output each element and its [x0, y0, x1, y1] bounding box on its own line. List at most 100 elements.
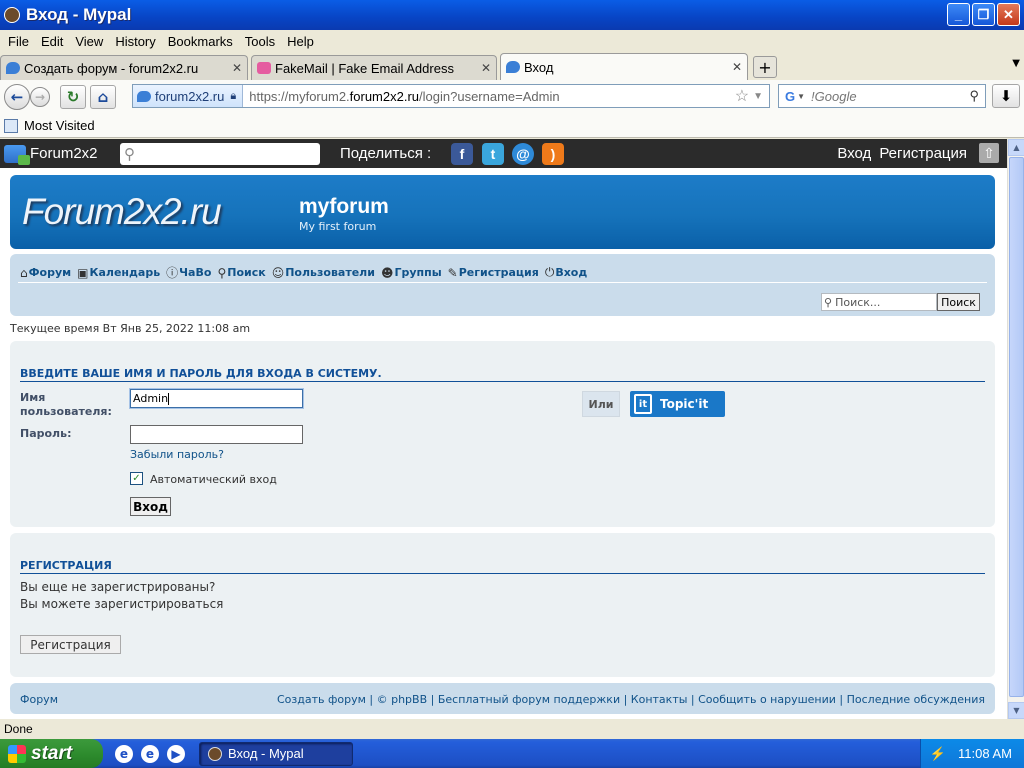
nav-users[interactable]: ☺ Пользователи — [272, 264, 375, 281]
url-suffix: /login?username=Admin — [419, 88, 560, 104]
footer-forum-link[interactable]: Форум — [20, 693, 58, 706]
toolbar-search-input[interactable]: ⚲ — [120, 143, 320, 165]
footer-create-forum-link[interactable]: Создать форум — [277, 693, 366, 706]
forum-search-placeholder: Поиск... — [835, 295, 881, 309]
tab-create-forum[interactable]: Создать форум - forum2x2.ru ✕ — [0, 55, 248, 80]
forum-logo[interactable]: Forum2x2.ru — [22, 191, 222, 233]
tab-close-icon[interactable]: ✕ — [481, 61, 491, 75]
tab-login[interactable]: Вход ✕ — [500, 53, 748, 80]
web-search-box[interactable]: G ▼ !Google ⚲ — [778, 84, 986, 108]
forum-footer: Форум Создать форум | © phpBB | Бесплатн… — [10, 683, 995, 714]
faq-icon: ⓘ — [166, 266, 179, 280]
forum-name[interactable]: myforum — [299, 195, 389, 219]
toolbar-login-link[interactable]: Вход — [837, 145, 871, 162]
bookmark-star-icon[interactable]: ☆ — [735, 86, 749, 106]
scroll-down-arrow-icon[interactable]: ▼ — [1008, 702, 1024, 719]
system-tray: ⚡ 11:08 AM — [920, 739, 1024, 768]
tab-fakemail[interactable]: FakeMail | Fake Email Address ✕ — [251, 55, 497, 80]
facebook-icon[interactable]: f — [451, 143, 473, 165]
forum-search-input[interactable]: ⚲ Поиск... — [821, 293, 937, 311]
menu-bar: File Edit View History Bookmarks Tools H… — [0, 30, 1024, 52]
autologin-label: Автоматический вход — [150, 473, 277, 486]
rss-icon[interactable]: ) — [542, 143, 564, 165]
tab-close-icon[interactable]: ✕ — [232, 61, 242, 75]
username-field[interactable]: Admin — [129, 388, 304, 409]
close-button[interactable]: ✕ — [997, 3, 1020, 26]
forward-button[interactable]: → — [30, 87, 50, 107]
site-identity[interactable]: forum2x2.ru 🔒︎ — [133, 85, 244, 107]
tab-close-icon[interactable]: ✕ — [732, 60, 742, 74]
menu-history[interactable]: History — [109, 34, 161, 49]
tab-list-arrow-icon[interactable]: ▼ — [1012, 58, 1020, 69]
password-field[interactable] — [130, 425, 303, 444]
footer-contacts-link[interactable]: Контакты — [631, 693, 688, 706]
nav-search[interactable]: ⚲ Поиск — [217, 264, 265, 281]
start-button[interactable]: start — [0, 739, 103, 768]
ie-alt-icon[interactable]: e — [141, 744, 159, 763]
nav-calendar[interactable]: ▣ Календарь — [77, 264, 160, 281]
login-heading-rule — [20, 381, 985, 382]
footer-report-link[interactable]: Сообщить о нарушении — [698, 693, 836, 706]
menu-tools[interactable]: Tools — [239, 34, 281, 49]
topicit-login-button[interactable]: it Topic'it — [630, 391, 725, 417]
nav-groups[interactable]: ☻ Группы — [381, 264, 442, 281]
forum2x2-logo[interactable]: Forum2x2 — [0, 144, 98, 165]
reload-button[interactable]: ↻ — [60, 85, 86, 109]
maximize-button[interactable]: ❐ — [972, 3, 995, 26]
most-visited-link[interactable]: Most Visited — [24, 118, 95, 133]
toolbar-register-link[interactable]: Регистрация — [879, 145, 967, 162]
twitter-icon[interactable]: t — [482, 143, 504, 165]
nav-forum[interactable]: ⌂ Форум — [20, 264, 71, 281]
forum-search-button[interactable]: Поиск — [937, 293, 980, 311]
footer-support-link[interactable]: Бесплатный форум поддержки — [438, 693, 620, 706]
autologin-checkbox[interactable]: ✓ — [130, 472, 143, 485]
network-icon[interactable]: ⚡ — [930, 746, 946, 762]
scroll-thumb[interactable] — [1009, 157, 1024, 697]
search-go-icon[interactable]: ⚲ — [969, 88, 979, 104]
menu-bookmarks[interactable]: Bookmarks — [162, 34, 239, 49]
downloads-button[interactable]: ⬇ — [992, 84, 1020, 108]
nav-login[interactable]: ⏻ Вход — [545, 264, 587, 281]
register-button[interactable]: Регистрация — [20, 635, 121, 654]
minimize-button[interactable]: _ — [947, 3, 970, 26]
login-submit-button[interactable]: Вход — [130, 497, 171, 516]
new-tab-button[interactable]: + — [753, 56, 777, 78]
collapse-toolbar-icon[interactable]: ⇧ — [979, 143, 999, 163]
menu-file[interactable]: File — [2, 34, 35, 49]
windows-flag-icon — [8, 744, 26, 763]
bookmarks-toolbar: Most Visited — [0, 114, 1024, 138]
vertical-scrollbar[interactable]: ▲ ▼ — [1007, 139, 1024, 719]
tab-label: Создать форум - forum2x2.ru — [24, 60, 199, 76]
scroll-up-arrow-icon[interactable]: ▲ — [1008, 139, 1024, 156]
menu-edit[interactable]: Edit — [35, 34, 69, 49]
footer-phpbb-link[interactable]: phpBB — [391, 693, 427, 706]
footer-latest-link[interactable]: Последние обсуждения — [847, 693, 985, 706]
window-title: Вход - Mypal — [26, 5, 132, 24]
clock[interactable]: 11:08 AM — [958, 746, 1012, 761]
url-bar[interactable]: forum2x2.ru 🔒︎ https://myforum2.forum2x2… — [132, 84, 770, 108]
nav-faq[interactable]: ⓘ ЧаВо — [166, 264, 211, 281]
nav-register[interactable]: ✎ Регистрация — [448, 264, 539, 281]
footer-links: Создать форум | © phpBB | Бесплатный фор… — [276, 693, 985, 706]
navigation-toolbar: ← → ↻ ⌂ forum2x2.ru 🔒︎ https://myforum2.… — [0, 80, 1024, 114]
email-icon[interactable]: @ — [512, 143, 534, 165]
tab-label: Вход — [524, 59, 554, 75]
or-label: Или — [582, 391, 620, 417]
menu-view[interactable]: View — [69, 34, 109, 49]
nav-label: Поиск — [227, 266, 266, 279]
home-icon: ⌂ — [20, 265, 28, 280]
url-dropdown-icon[interactable]: ▼ — [753, 91, 763, 102]
google-icon[interactable]: G — [785, 89, 795, 104]
menu-help[interactable]: Help — [281, 34, 320, 49]
url-text[interactable]: https://myforum2.forum2x2.ru/login?usern… — [243, 89, 735, 104]
forgot-password-link[interactable]: Забыли пароль? — [130, 448, 224, 461]
taskbar-window-mypal[interactable]: Вход - Mypal — [199, 741, 353, 766]
ie-icon[interactable]: e — [115, 744, 133, 763]
password-label: Пароль: — [20, 427, 72, 440]
engine-dropdown-icon[interactable]: ▼ — [797, 92, 805, 101]
media-player-icon[interactable]: ▶ — [167, 744, 185, 763]
status-text: Done — [4, 722, 33, 736]
window-titlebar[interactable]: Вход - Mypal _ ❐ ✕ — [0, 0, 1024, 30]
home-button[interactable]: ⌂ — [90, 85, 116, 109]
back-button[interactable]: ← — [4, 84, 30, 110]
